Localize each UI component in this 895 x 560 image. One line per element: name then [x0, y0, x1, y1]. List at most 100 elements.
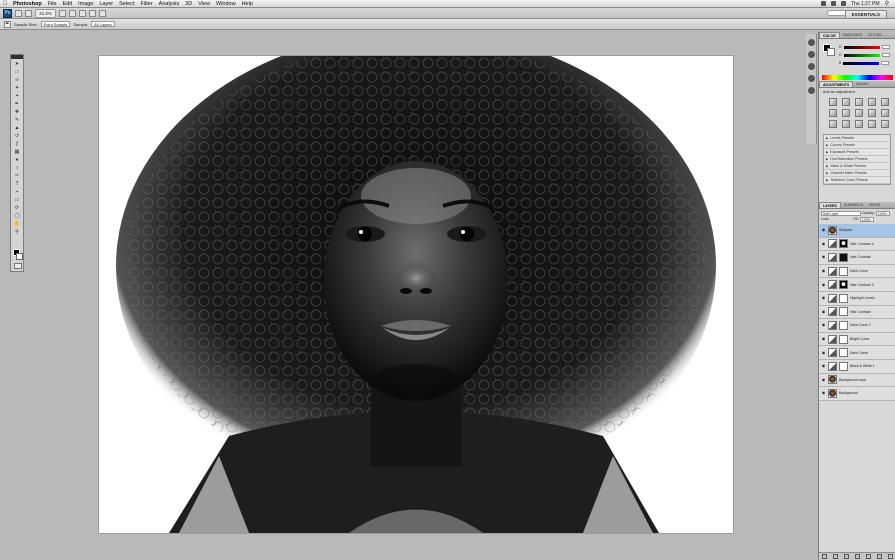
- launch-minibridge-icon[interactable]: [25, 9, 32, 17]
- type-tool-icon[interactable]: T: [12, 180, 22, 187]
- fill-field[interactable]: 100%: [859, 217, 874, 222]
- layer-row[interactable]: ◉ Dark Curve 2: [819, 319, 895, 333]
- vibrance-icon[interactable]: [881, 98, 889, 106]
- blend-mode-select[interactable]: Soft Light: [821, 211, 861, 216]
- layer-name[interactable]: Bright Curve: [850, 337, 869, 341]
- black-white-icon[interactable]: [855, 109, 863, 117]
- exposure-icon[interactable]: [868, 98, 876, 106]
- layer-mask-thumbnail[interactable]: [839, 293, 848, 303]
- layer-thumbnail[interactable]: [828, 225, 837, 235]
- move-tool-icon[interactable]: ➤: [12, 60, 22, 67]
- add-mask-icon[interactable]: [844, 554, 849, 559]
- new-layer-icon[interactable]: [877, 554, 882, 559]
- layer-mask-thumbnail[interactable]: [839, 252, 848, 262]
- apple-menu-icon[interactable]: : [0, 1, 10, 7]
- navigator-panel-icon[interactable]: [807, 75, 815, 82]
- visibility-eye-icon[interactable]: ◉: [821, 296, 826, 300]
- preset-item[interactable]: Hue/Saturation Presets: [824, 156, 890, 163]
- adjustment-icon[interactable]: [828, 334, 837, 344]
- layer-mask-thumbnail[interactable]: [839, 361, 848, 371]
- wifi-icon[interactable]: [820, 1, 826, 6]
- preset-item[interactable]: Exposure Presets: [824, 149, 890, 156]
- brightness-contrast-icon[interactable]: [829, 98, 837, 106]
- zoom-level[interactable]: 33.3%: [35, 8, 56, 18]
- visibility-eye-icon[interactable]: ◉: [821, 364, 826, 368]
- menu-edit[interactable]: Edit: [60, 1, 75, 7]
- curves-icon[interactable]: [855, 98, 863, 106]
- hand-tool-icon[interactable]: ✋: [12, 220, 22, 227]
- preset-item[interactable]: Black & White Presets: [824, 163, 890, 170]
- layer-mask-thumbnail[interactable]: [839, 280, 848, 290]
- layer-row[interactable]: ◉ Highlight Levels: [819, 291, 895, 306]
- layer-thumbnail[interactable]: [828, 388, 837, 398]
- layer-row[interactable]: ◉ Background copy: [819, 373, 895, 388]
- layer-name[interactable]: Hair Contrast 3: [850, 283, 874, 287]
- menu-file[interactable]: File: [45, 1, 60, 7]
- color-balance-icon[interactable]: [842, 109, 850, 117]
- history-panel-icon[interactable]: [807, 39, 815, 46]
- actions-panel-icon[interactable]: [807, 51, 815, 58]
- layer-mask-thumbnail[interactable]: [839, 334, 848, 344]
- layer-row[interactable]: ◉ Hair Contrast 3: [819, 278, 895, 292]
- tab-adjustments[interactable]: ADJUSTMENTS: [819, 81, 854, 87]
- layer-mask-thumbnail[interactable]: [839, 320, 848, 330]
- selective-color-icon[interactable]: [881, 120, 889, 128]
- panel-grip[interactable]: [11, 55, 23, 59]
- blur-tool-icon[interactable]: ●: [12, 156, 22, 163]
- adjustment-icon[interactable]: [828, 280, 837, 290]
- adjustment-icon[interactable]: [828, 266, 837, 276]
- hand-tool-icon[interactable]: [58, 9, 66, 17]
- layer-name[interactable]: Dark Curve: [850, 269, 868, 273]
- new-group-icon[interactable]: [866, 554, 871, 559]
- 3d-orbit-icon[interactable]: ◯: [12, 212, 22, 219]
- delete-layer-icon[interactable]: [888, 554, 893, 559]
- quick-mask-icon[interactable]: [14, 263, 22, 269]
- adjustment-icon[interactable]: [828, 361, 837, 371]
- menu-window[interactable]: Window: [213, 1, 239, 7]
- adjustment-icon[interactable]: [828, 239, 837, 249]
- info-panel-icon[interactable]: [807, 63, 815, 70]
- layer-thumbnail[interactable]: [828, 375, 837, 385]
- eraser-tool-icon[interactable]: ▯: [12, 140, 22, 147]
- layer-row[interactable]: ◉ Hair Contrast 4: [819, 237, 895, 252]
- layer-row[interactable]: ◉ Bright Curve: [819, 332, 895, 347]
- layer-mask-thumbnail[interactable]: [839, 307, 848, 317]
- visibility-eye-icon[interactable]: ◉: [821, 309, 826, 314]
- tab-paths[interactable]: PATHS: [866, 202, 883, 208]
- visibility-eye-icon[interactable]: ◉: [821, 269, 826, 273]
- layer-row[interactable]: ◉ Background: [819, 387, 895, 401]
- menu-analysis[interactable]: Analysis: [156, 1, 182, 7]
- visibility-eye-icon[interactable]: ◉: [821, 391, 826, 395]
- eyedropper-tool-icon[interactable]: ✒: [12, 100, 22, 107]
- link-layers-icon[interactable]: [822, 554, 827, 559]
- sample-size-select[interactable]: Point Sample: [40, 21, 71, 27]
- layer-name[interactable]: Hair Contrast 4: [850, 242, 874, 246]
- arrange-documents-icon[interactable]: [88, 9, 96, 17]
- background-color-swatch[interactable]: [16, 253, 23, 260]
- clone-stamp-icon[interactable]: ▲: [12, 124, 22, 131]
- layer-name[interactable]: Background copy: [839, 378, 866, 382]
- menu-image[interactable]: Image: [75, 1, 96, 7]
- tab-layers[interactable]: LAYERS: [819, 202, 841, 208]
- pen-tool-icon[interactable]: ✑: [12, 172, 22, 179]
- preset-item[interactable]: Curves Presets: [824, 142, 890, 149]
- layer-name[interactable]: Sharpen: [839, 228, 852, 232]
- clock[interactable]: Thu 1:27 PM: [851, 1, 880, 7]
- visibility-eye-icon[interactable]: ◉: [821, 228, 826, 232]
- gradient-map-icon[interactable]: [868, 120, 876, 128]
- layer-name[interactable]: Background: [839, 391, 858, 395]
- layer-row[interactable]: ◉ Hair Contrast: [819, 251, 895, 265]
- channel-mixer-icon[interactable]: [881, 109, 889, 117]
- shape-tool-icon[interactable]: ▭: [12, 196, 22, 203]
- visibility-eye-icon[interactable]: ◉: [821, 241, 826, 246]
- background-color-swatch[interactable]: [827, 48, 835, 56]
- layer-row[interactable]: ◉ Dark Curve: [819, 264, 895, 279]
- layer-name[interactable]: Black & White 1: [850, 364, 875, 368]
- layer-mask-thumbnail[interactable]: [839, 239, 848, 249]
- preset-item[interactable]: Selective Color Presets: [824, 177, 890, 184]
- history-brush-icon[interactable]: ↺: [12, 132, 22, 139]
- zoom-tool-icon[interactable]: [68, 9, 76, 17]
- crop-tool-icon[interactable]: ⌖: [12, 92, 22, 99]
- screen-mode-icon[interactable]: [98, 9, 106, 17]
- photo-filter-icon[interactable]: [868, 109, 876, 117]
